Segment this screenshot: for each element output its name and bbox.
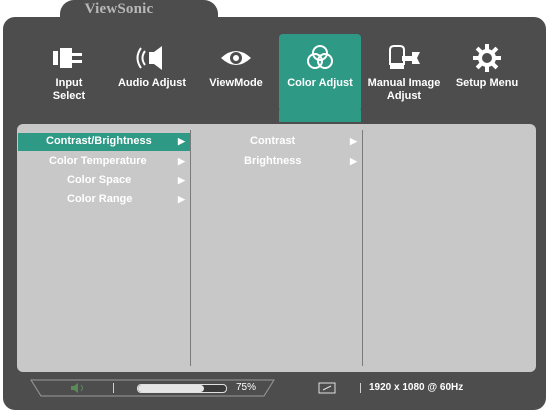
tab-input-select[interactable]: Input Select <box>32 34 106 112</box>
separator <box>360 383 361 393</box>
arrow-right-icon: ▶ <box>178 175 185 185</box>
volume-slider-fill <box>138 385 204 392</box>
menu-item-label: Contrast/Brightness <box>46 135 152 147</box>
tab-audio-adjust[interactable]: Audio Adjust <box>113 34 191 112</box>
eye-icon <box>221 51 251 65</box>
tab-color-adjust[interactable]: Color Adjust <box>279 34 361 122</box>
tab-label: Input <box>55 77 83 89</box>
wrench-icon <box>389 45 420 69</box>
arrow-right-icon: ▶ <box>350 136 357 146</box>
menu-item-contrast-brightness[interactable]: Contrast/Brightness ▶ <box>18 133 190 151</box>
tab-label: Adjust <box>386 90 422 102</box>
input-select-icon <box>53 48 82 68</box>
menu-item-color-temperature[interactable]: Color Temperature ▶ <box>18 153 190 171</box>
tab-viewmode[interactable]: ViewMode <box>198 34 274 112</box>
volume-slider[interactable] <box>137 384 227 393</box>
volume-value: 75% <box>236 382 257 393</box>
tab-label: Setup Menu <box>455 77 519 89</box>
speaker-small-icon <box>71 383 83 393</box>
top-menu: Input Select Audio Adjust ViewMode Color… <box>0 0 549 122</box>
arrow-right-icon: ▶ <box>178 194 185 204</box>
menu-item-label: Color Space <box>67 174 132 186</box>
status-bar: 75% 1920 x 1080 @ 60Hz <box>17 378 536 398</box>
tab-setup-menu[interactable]: Setup Menu <box>450 34 524 112</box>
menu-item-color-space[interactable]: Color Space ▶ <box>18 172 190 190</box>
menu-item-brightness[interactable]: Brightness ▶ <box>192 153 362 171</box>
menu-item-color-range[interactable]: Color Range ▶ <box>18 191 190 209</box>
tab-manual-image-adjust[interactable]: Manual Image Adjust <box>364 34 444 112</box>
speaker-icon <box>136 46 162 70</box>
display-icon <box>318 382 336 394</box>
gear-icon <box>473 44 501 72</box>
tab-label: Color Adjust <box>287 77 353 89</box>
menu-item-label: Color Range <box>67 193 133 205</box>
arrow-right-icon: ▶ <box>350 156 357 166</box>
submenu-panel: Contrast/Brightness ▶ Color Temperature … <box>17 124 536 372</box>
arrow-right-icon: ▶ <box>178 156 185 166</box>
tab-label: Select <box>52 90 86 102</box>
column-divider <box>362 130 363 366</box>
menu-item-label: Brightness <box>244 155 302 167</box>
menu-item-label: Contrast <box>250 135 296 147</box>
tab-label: Audio Adjust <box>117 77 187 89</box>
color-circles-icon <box>307 45 333 69</box>
tab-label: ViewMode <box>209 77 263 89</box>
arrow-right-icon: ▶ <box>178 136 185 146</box>
separator <box>113 383 114 393</box>
column-divider <box>190 130 191 366</box>
menu-item-contrast[interactable]: Contrast ▶ <box>192 133 362 151</box>
resolution-readout: 1920 x 1080 @ 60Hz <box>369 382 464 393</box>
menu-item-label: Color Temperature <box>49 155 147 167</box>
tab-label: Manual Image <box>367 77 441 89</box>
